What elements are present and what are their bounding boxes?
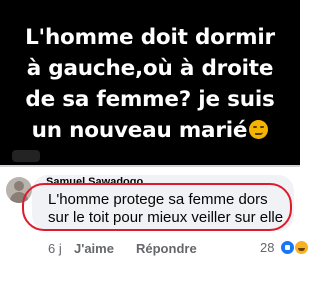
comment-bubble: Samuel Sawadogo L'homme protege sa femme… — [32, 175, 294, 231]
comment-timestamp[interactable]: 6 j — [48, 241, 62, 256]
comment-text: L'homme protege sa femme dors sur le toi… — [48, 191, 284, 226]
post-line-last: un nouveau marié — [6, 115, 294, 146]
like-button[interactable]: J'aime — [74, 241, 114, 256]
haha-icon — [293, 240, 309, 256]
post-line: de sa femme? je suis — [25, 87, 275, 112]
blurred-overlay — [12, 150, 40, 162]
reply-button[interactable]: Répondre — [136, 241, 197, 256]
post-caption: L'homme doit dormir à gauche,où à droite… — [6, 22, 294, 146]
avatar[interactable] — [6, 177, 32, 203]
smirk-emoji-icon — [249, 120, 269, 139]
comment-section: Samuel Sawadogo L'homme protege sa femme… — [0, 167, 309, 300]
post-line: L'homme doit dormir — [25, 25, 275, 50]
like-icon — [280, 240, 296, 256]
comment-actions: 6 j J'aime Répondre 28 — [48, 239, 309, 259]
reaction-count: 28 — [260, 240, 275, 256]
post-line-text: un nouveau marié — [31, 118, 248, 143]
reaction-summary[interactable]: 28 — [260, 239, 309, 257]
comment-author[interactable]: Samuel Sawadogo — [46, 176, 143, 184]
post-line: à gauche,où à droite — [26, 56, 274, 81]
post-image: L'homme doit dormir à gauche,où à droite… — [0, 0, 300, 165]
